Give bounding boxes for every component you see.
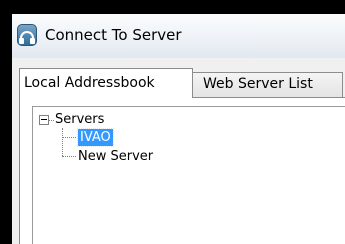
title-bar[interactable]: Connect To Server bbox=[12, 14, 345, 58]
connect-to-server-window: Connect To Server Local Addressbook Web … bbox=[12, 14, 345, 244]
tree-connector bbox=[62, 137, 76, 138]
tree-node-ivao[interactable]: IVAO bbox=[77, 128, 114, 147]
headset-icon bbox=[17, 24, 37, 46]
window-title: Connect To Server bbox=[45, 26, 182, 44]
server-tree[interactable]: Servers IVAO New Server bbox=[32, 106, 345, 244]
tree-node-servers[interactable]: Servers bbox=[55, 111, 104, 128]
minus-box-icon[interactable] bbox=[39, 115, 49, 125]
tree-connector bbox=[62, 156, 76, 157]
tree-connector bbox=[62, 128, 63, 156]
tab-strip: Local Addressbook Web Server List bbox=[12, 58, 345, 98]
tab-local-addressbook[interactable]: Local Addressbook bbox=[19, 68, 193, 98]
tree-connector bbox=[49, 120, 54, 121]
tree-node-new-server[interactable]: New Server bbox=[78, 148, 153, 165]
tab-panel: Servers IVAO New Server bbox=[19, 97, 345, 244]
tab-web-server-list[interactable]: Web Server List bbox=[193, 72, 343, 98]
